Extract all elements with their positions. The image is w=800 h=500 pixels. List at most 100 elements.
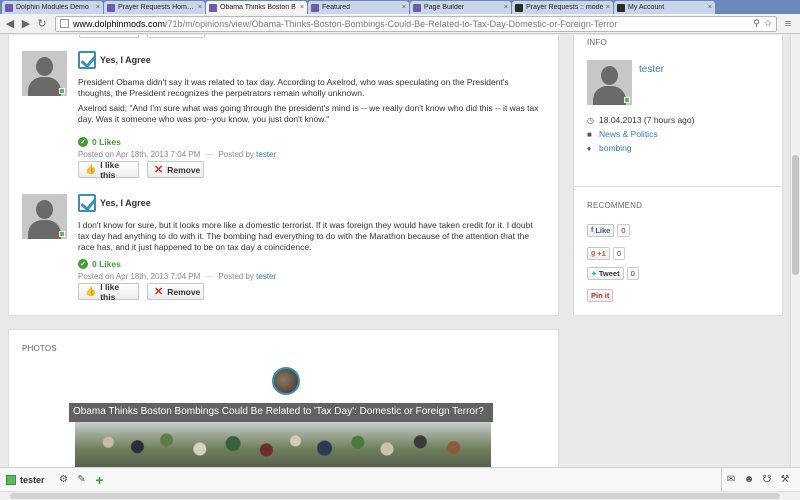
avatar-head <box>36 57 53 76</box>
browser-tab[interactable]: My Account × <box>614 1 715 14</box>
author-link[interactable]: tester <box>256 272 276 281</box>
author-name-link[interactable]: tester <box>639 64 664 75</box>
online-status-icon <box>624 97 630 103</box>
avatar-body <box>28 220 61 239</box>
avatar[interactable] <box>22 194 67 239</box>
browser-toolbar: ◀ ▶ ↻ www.dolphinmods.com /71b/m/opinion… <box>0 14 800 34</box>
bookmark-star-icon[interactable]: ☆ <box>764 18 772 29</box>
menu-icon[interactable]: ≡ <box>781 17 795 31</box>
google-plus-count: 0 <box>612 247 626 260</box>
close-tab-icon[interactable]: × <box>606 4 610 11</box>
user-icon[interactable]: ☻ <box>740 474 758 485</box>
tweet-count: 0 <box>626 267 639 280</box>
browser-tab-title: Obama Thinks Boston B <box>220 4 296 11</box>
remove-button-label: Remove <box>167 164 201 175</box>
likes-label: 0 Likes <box>92 137 121 147</box>
vertical-scrollbar[interactable] <box>790 35 800 467</box>
page-icon <box>60 19 69 28</box>
like-button[interactable]: 👍 I like this <box>78 281 139 302</box>
close-tab-icon[interactable]: × <box>300 4 304 11</box>
close-tab-icon[interactable]: × <box>708 4 712 11</box>
check-circle-icon: ✓ <box>78 137 88 147</box>
meta-separator: — <box>205 150 214 159</box>
thumbs-up-icon: 👍 <box>85 286 97 296</box>
posted-on: Posted on Apr 18th, 2013 7:04 PM <box>78 272 201 281</box>
facebook-like: f Like 0 <box>587 224 630 237</box>
dock-username[interactable]: tester <box>20 475 45 485</box>
browser-tab-title: Prayer Requests Home P <box>118 4 196 11</box>
browser-tab-title: Prayer Requests :: mode <box>526 4 604 11</box>
cart-icon[interactable]: ☋ <box>758 474 776 485</box>
page-content: Yes, I Agree President Obama didn't say … <box>0 35 800 467</box>
vote-label: Yes, I Agree <box>100 198 151 208</box>
mail-icon[interactable]: ✉ <box>722 474 740 485</box>
previous-remove-button-stub <box>147 35 205 38</box>
like-button[interactable]: 👍 I like this <box>78 159 139 180</box>
favicon-icon <box>413 3 421 12</box>
photo-caption: Obama Thinks Boston Bombings Could Be Re… <box>69 403 493 422</box>
google-plus-button[interactable]: g +1 <box>587 247 610 260</box>
posted-by-label: Posted by <box>218 272 254 281</box>
posted-on: Posted on Apr 18th, 2013 7:04 PM <box>78 150 201 159</box>
wrench-icon[interactable]: ⚒ <box>776 474 794 485</box>
horizontal-scrollbar[interactable] <box>0 491 800 500</box>
clock-icon: ◷ <box>587 115 594 125</box>
google-plus-label: +1 <box>597 249 606 258</box>
close-tab-icon[interactable]: × <box>504 4 508 11</box>
favicon-icon <box>515 3 523 12</box>
pin-it-button[interactable]: Pin it <box>587 289 614 302</box>
browser-tab[interactable]: Prayer Requests Home P × <box>104 1 205 14</box>
post-text: Axelrod said, "And I'm sure what was goi… <box>78 103 539 124</box>
browser-tab[interactable]: Obama Thinks Boston B × <box>206 1 307 14</box>
photo-thumbnail[interactable] <box>272 367 300 395</box>
author-avatar[interactable] <box>587 60 632 105</box>
back-icon[interactable]: ◀ <box>3 17 17 31</box>
avatar-head <box>36 200 53 219</box>
folder-icon: ■ <box>587 129 592 139</box>
close-tab-icon[interactable]: × <box>96 4 100 11</box>
post-meta: Posted on Apr 18th, 2013 7:04 PM — Posted … <box>78 150 276 159</box>
remove-button[interactable]: ✕ Remove <box>147 283 204 300</box>
facebook-like-button[interactable]: f Like <box>587 224 615 237</box>
favicon-icon <box>209 3 217 12</box>
scrollbar-thumb[interactable] <box>10 493 780 499</box>
like-button-label: I like this <box>100 159 120 180</box>
online-status-icon <box>59 231 65 237</box>
remove-button[interactable]: ✕ Remove <box>147 161 204 178</box>
browser-tab[interactable]: Page Builder × <box>410 1 511 14</box>
close-tab-icon[interactable]: × <box>402 4 406 11</box>
online-status-icon <box>59 88 65 94</box>
edit-icon[interactable]: ✎ <box>73 474 91 485</box>
photo-image[interactable] <box>75 422 491 467</box>
close-tab-icon[interactable]: × <box>198 4 202 11</box>
user-status-icon <box>6 474 16 485</box>
favicon-icon <box>107 3 115 12</box>
zoom-icon[interactable]: ⚲ <box>753 18 760 29</box>
likes-count: ✓ 0 Likes <box>78 259 121 269</box>
tweet-button[interactable]: ✦ Tweet <box>587 267 624 280</box>
browser-tab-title: My Account <box>628 4 665 11</box>
date-text: 18.04.2013 (7 hours ago) <box>599 115 695 125</box>
add-icon[interactable]: + <box>91 472 109 488</box>
facebook-count: 0 <box>617 224 630 237</box>
avatar[interactable] <box>22 51 67 96</box>
checkmark-icon <box>78 51 96 69</box>
reload-icon[interactable]: ↻ <box>35 17 49 31</box>
browser-tab[interactable]: Featured × <box>308 1 409 14</box>
category-link[interactable]: ■ News & Politics <box>587 129 658 139</box>
scrollbar-thumb[interactable] <box>792 155 799 275</box>
bottom-dock: tester ⚙ ✎ + ✉ ☻ ☋ ⚒ <box>0 467 800 492</box>
like-button-label: I like this <box>100 281 120 302</box>
browser-tab[interactable]: Dolphin Modules Demo × <box>2 1 103 14</box>
gear-icon[interactable]: ⚙ <box>55 474 73 485</box>
tweet-label: Tweet <box>598 269 620 278</box>
post-date: ◷ 18.04.2013 (7 hours ago) <box>587 115 694 125</box>
forward-icon[interactable]: ▶ <box>19 17 33 31</box>
author-link[interactable]: tester <box>256 150 276 159</box>
pin-it-label: Pin it <box>591 291 610 300</box>
browser-tab[interactable]: Prayer Requests :: mode × <box>512 1 613 14</box>
tag-link[interactable]: ♦ bombing <box>587 143 632 153</box>
address-bar[interactable]: www.dolphinmods.com /71b/m/opinions/view… <box>55 15 777 32</box>
facebook-like-label: Like <box>595 226 611 235</box>
previous-like-button-stub <box>79 35 139 38</box>
